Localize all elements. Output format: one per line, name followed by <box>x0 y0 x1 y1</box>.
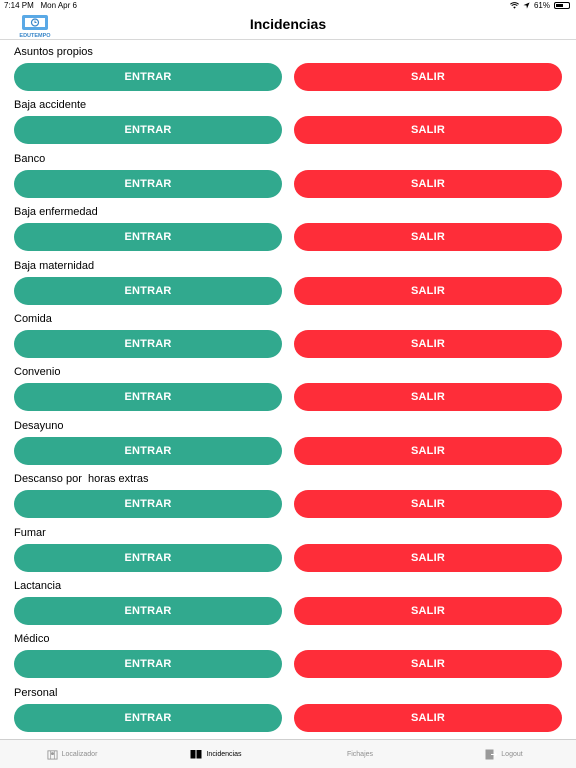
entrar-button[interactable]: ENTRAR <box>14 436 282 465</box>
incidencia-row: Baja maternidad ENTRAR SALIR <box>0 255 576 308</box>
incidencia-label: Personal <box>14 686 58 699</box>
incidencia-label: Descanso por horas extras <box>14 473 149 486</box>
salir-button[interactable]: SALIR <box>294 436 562 465</box>
salir-button[interactable]: SALIR <box>294 276 562 305</box>
incidencia-row: Banco ENTRAR SALIR <box>0 148 576 201</box>
incidencia-label: Médico <box>14 633 50 646</box>
entrar-button[interactable]: ENTRAR <box>14 490 282 519</box>
book-icon <box>190 750 202 759</box>
page-title: Incidencias <box>249 16 327 32</box>
tab-bar: Localizador Incidencias Fichajes Logout <box>0 739 576 768</box>
entrar-button[interactable]: ENTRAR <box>14 543 282 572</box>
incidencia-label: Baja accidente <box>14 99 87 112</box>
incidencia-row: Lactancia ENTRAR SALIR <box>0 575 576 628</box>
incidencia-row: Convenio ENTRAR SALIR <box>0 361 576 414</box>
entrar-button[interactable]: ENTRAR <box>14 383 282 412</box>
incidencia-row: Médico ENTRAR SALIR <box>0 628 576 681</box>
entrar-button[interactable]: ENTRAR <box>14 169 282 198</box>
incidencia-label: Asuntos propios <box>14 46 93 58</box>
status-right: 61% <box>510 1 570 10</box>
incidencia-label: Banco <box>14 152 46 165</box>
battery-percent: 61% <box>533 1 550 10</box>
salir-button[interactable]: SALIR <box>294 223 562 252</box>
salir-button[interactable]: SALIR <box>294 650 562 679</box>
entrar-button[interactable]: ENTRAR <box>14 63 282 91</box>
tab-incidencias[interactable]: Incidencias <box>144 740 288 768</box>
incidencia-label: Comida <box>14 313 52 325</box>
incidencia-row: Baja enfermedad ENTRAR SALIR <box>0 201 576 254</box>
tab-fichajes[interactable]: Fichajes <box>288 740 432 768</box>
entrar-button[interactable]: ENTRAR <box>14 116 282 145</box>
tab-logout-label: Logout <box>501 750 523 758</box>
salir-button[interactable]: SALIR <box>294 703 562 732</box>
tab-fichajes-label: Fichajes <box>346 750 374 758</box>
battery-icon <box>554 2 570 9</box>
salir-button[interactable]: SALIR <box>294 543 562 572</box>
salir-button[interactable]: SALIR <box>294 63 562 91</box>
tab-localizador[interactable]: Localizador <box>0 740 144 768</box>
incidencia-row: Personal ENTRAR SALIR <box>0 682 576 735</box>
incidencia-row: Baja accidente ENTRAR SALIR <box>0 94 576 147</box>
status-date: Mon Apr 6 <box>40 1 77 10</box>
status-bar: 7:14 PM Mon Apr 6 61% <box>0 0 576 12</box>
incidencia-label: Convenio <box>14 366 61 379</box>
battery-fill <box>556 4 564 7</box>
salir-button[interactable]: SALIR <box>294 597 562 625</box>
location-arrow-icon <box>523 2 530 9</box>
entrar-button[interactable]: ENTRAR <box>14 650 282 679</box>
salir-button[interactable]: SALIR <box>294 169 562 198</box>
incidencia-label: Lactancia <box>14 580 62 592</box>
status-time-value: 7:14 PM <box>4 1 34 10</box>
incidencia-label: Desayuno <box>14 419 64 432</box>
salir-button[interactable]: SALIR <box>294 116 562 145</box>
map-icon <box>47 749 58 760</box>
salir-button[interactable]: SALIR <box>294 330 562 358</box>
incidencia-label: Baja enfermedad <box>14 206 98 219</box>
incidencia-row: Asuntos propios ENTRAR SALIR <box>0 41 576 94</box>
incidencia-row: Descanso por horas extras ENTRAR SALIR <box>0 468 576 521</box>
incidencia-label: Baja maternidad <box>14 259 95 272</box>
incidencias-list[interactable]: Asuntos propios ENTRAR SALIR Baja accidente… <box>0 41 576 739</box>
incidencia-row: Desayuno ENTRAR SALIR <box>0 415 576 468</box>
logout-icon <box>485 749 498 759</box>
tab-logout[interactable]: Logout <box>432 740 576 768</box>
entrar-button[interactable]: ENTRAR <box>14 276 282 305</box>
entrar-button[interactable]: ENTRAR <box>14 223 282 252</box>
tab-localizador-label: Localizador <box>61 750 98 758</box>
entrar-button[interactable]: ENTRAR <box>14 330 282 358</box>
status-time: 7:14 PM Mon Apr 6 <box>4 1 77 10</box>
incidencia-row: Fumar ENTRAR SALIR <box>0 522 576 575</box>
salir-button[interactable]: SALIR <box>294 490 562 519</box>
incidencia-label: Fumar <box>14 526 46 539</box>
entrar-button[interactable]: ENTRAR <box>14 703 282 732</box>
entrar-button[interactable]: ENTRAR <box>14 597 282 625</box>
salir-button[interactable]: SALIR <box>294 383 562 412</box>
wifi-icon <box>510 2 519 9</box>
incidencia-row: Comida ENTRAR SALIR <box>0 308 576 361</box>
logo-text: EDUTEMPO <box>19 33 51 39</box>
tab-incidencias-label: Incidencias <box>206 750 242 758</box>
navigation-bar: EDUTEMPO Incidencias <box>0 12 576 40</box>
